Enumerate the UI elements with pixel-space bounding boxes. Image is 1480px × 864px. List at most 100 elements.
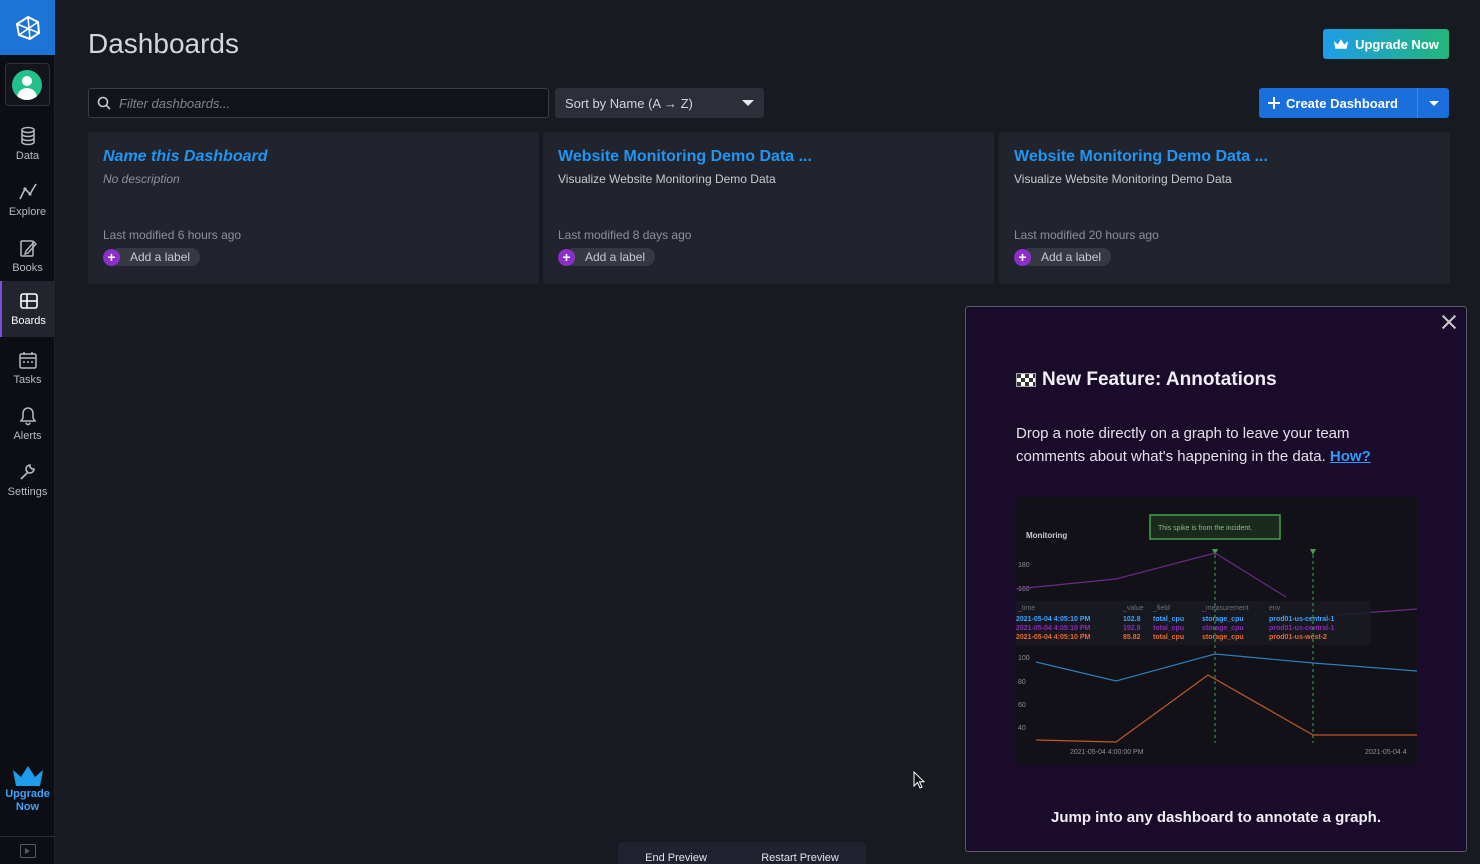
sidebar-item-label: Tasks <box>13 374 42 386</box>
table-header: _time <box>1017 605 1035 612</box>
mouse-cursor-icon <box>913 771 925 789</box>
svg-text:storage_cpu: storage_cpu <box>1202 634 1244 641</box>
dashboard-card: Website Monitoring Demo Data ... Visuali… <box>999 132 1450 284</box>
dashboard-description[interactable]: No description <box>103 172 524 186</box>
plus-icon: + <box>103 248 120 266</box>
dashboard-icon <box>19 293 38 309</box>
sidebar-upgrade-label: Upgrade <box>5 788 50 800</box>
dashboard-modified: Last modified 8 days ago <box>558 228 692 242</box>
table-row: 2021-05-04 4:05:10 PM 192.8 total_cpu st… <box>1016 625 1334 632</box>
table-header: _field <box>1152 605 1170 612</box>
restart-preview-button[interactable]: Restart Preview <box>761 842 839 864</box>
x-tick: 2021-05-04 4:00:00 PM <box>1070 749 1144 756</box>
y-tick: 160 <box>1018 586 1030 593</box>
dashboard-modified: Last modified 20 hours ago <box>1014 228 1159 242</box>
annotation-preview-image: Monitoring This spike is from the incide… <box>1016 497 1417 765</box>
close-icon[interactable] <box>1440 313 1458 331</box>
how-link[interactable]: How? <box>1330 448 1371 465</box>
search-input[interactable] <box>119 95 539 111</box>
search-icon <box>97 96 111 110</box>
preview-graph: Monitoring This spike is from the incide… <box>1016 497 1417 765</box>
popup-body: Drop a note directly on a graph to leave… <box>1016 422 1416 468</box>
preview-controls: End Preview Restart Preview <box>618 842 866 864</box>
sort-label: Sort by Name (A → Z) <box>565 95 693 111</box>
logo[interactable] <box>0 0 55 55</box>
sidebar-item-label: Data <box>15 150 40 162</box>
sidebar-item-settings[interactable]: Settings <box>0 452 55 508</box>
upgrade-label: Upgrade Now <box>1355 36 1439 52</box>
popup-body-text: Drop a note directly on a graph to leave… <box>1016 425 1350 465</box>
sidebar-item-label: Alerts <box>13 430 42 442</box>
table-header: _measurement <box>1201 605 1249 612</box>
svg-text:storage_cpu: storage_cpu <box>1202 616 1244 623</box>
sidebar-item-boards[interactable]: Boards <box>0 281 55 337</box>
y-tick: 60 <box>1018 702 1026 709</box>
dashboard-modified: Last modified 6 hours ago <box>103 228 242 242</box>
sidebar-item-data[interactable]: Data <box>0 116 55 172</box>
svg-text:2021-05-04 4:05:10 PM: 2021-05-04 4:05:10 PM <box>1016 634 1090 641</box>
crown-icon <box>12 766 43 786</box>
y-tick: 40 <box>1018 725 1026 732</box>
avatar <box>12 69 42 100</box>
popup-footer: Jump into any dashboard to annotate a gr… <box>1050 809 1382 826</box>
table-header: env <box>1269 605 1281 612</box>
svg-text:85.82: 85.82 <box>1123 634 1141 641</box>
user-avatar-button[interactable] <box>4 63 50 106</box>
chevron-down-icon <box>742 100 754 106</box>
dashboard-title-link[interactable]: Website Monitoring Demo Data ... <box>1014 148 1435 166</box>
y-tick: 180 <box>1018 562 1030 569</box>
dashboard-description[interactable]: Visualize Website Monitoring Demo Data <box>1014 172 1435 186</box>
svg-text:102.8: 102.8 <box>1123 616 1141 623</box>
sidebar-item-books[interactable]: Books <box>0 228 55 284</box>
y-tick: 80 <box>1018 679 1026 686</box>
create-dashboard-main[interactable]: Create Dashboard <box>1259 88 1417 118</box>
svg-text:prod01-us-central-1: prod01-us-central-1 <box>1269 616 1334 623</box>
collapse-icon <box>19 843 36 858</box>
sidebar-item-alerts[interactable]: Alerts <box>0 396 55 452</box>
table-row: 2021-05-04 4:05:10 PM 102.8 total_cpu st… <box>1016 616 1334 623</box>
svg-text:prod01-us-west-2: prod01-us-west-2 <box>1269 634 1327 641</box>
sidebar-item-label: Explore <box>8 206 47 218</box>
sidebar-item-label: Boards <box>11 315 46 327</box>
create-dashboard-dropdown[interactable] <box>1417 88 1449 118</box>
checkered-flag-icon <box>1016 373 1036 387</box>
svg-text:2021-05-04 4:05:10 PM: 2021-05-04 4:05:10 PM <box>1016 625 1090 632</box>
dashboard-description[interactable]: Visualize Website Monitoring Demo Data <box>558 172 979 186</box>
add-label-button[interactable]: + Add a label <box>103 248 201 266</box>
create-dashboard-button[interactable]: Create Dashboard <box>1259 88 1449 118</box>
svg-text:total_cpu: total_cpu <box>1153 634 1184 641</box>
influx-logo-icon <box>15 15 40 40</box>
end-preview-button[interactable]: End Preview <box>645 842 707 864</box>
sidebar-collapse-button[interactable] <box>0 836 55 864</box>
plus-icon: + <box>558 248 575 266</box>
feature-announcement-popup: New Feature: Annotations Drop a note dir… <box>965 306 1467 852</box>
crown-icon <box>1334 39 1349 49</box>
add-label-button[interactable]: + Add a label <box>1014 248 1112 266</box>
svg-text:storage_cpu: storage_cpu <box>1202 625 1244 632</box>
dashboard-title-link[interactable]: Website Monitoring Demo Data ... <box>558 148 979 166</box>
wrench-icon <box>19 464 35 480</box>
svg-text:total_cpu: total_cpu <box>1153 616 1184 623</box>
database-icon <box>20 126 35 146</box>
add-label-text: Add a label <box>116 248 201 266</box>
sidebar-upgrade-button[interactable]: Upgrade Now <box>0 764 55 814</box>
add-label-button[interactable]: + Add a label <box>558 248 656 266</box>
sort-dropdown[interactable]: Sort by Name (A → Z) <box>555 88 764 118</box>
table-row: 2021-05-04 4:05:10 PM 85.82 total_cpu st… <box>1016 634 1327 641</box>
sidebar-item-tasks[interactable]: Tasks <box>0 340 55 396</box>
table-header: _value <box>1122 605 1144 612</box>
search-box <box>88 88 549 118</box>
plus-icon: + <box>1014 248 1031 266</box>
bell-icon <box>19 407 36 426</box>
sidebar-item-explore[interactable]: Explore <box>0 172 55 228</box>
annotation-text: This spike is from the incident. <box>1158 525 1252 532</box>
upgrade-now-button[interactable]: Upgrade Now <box>1323 29 1449 59</box>
chevron-down-icon <box>1428 100 1439 106</box>
sidebar: Data Explore Books Boards Tasks Alerts S… <box>0 0 55 864</box>
svg-text:192.8: 192.8 <box>1123 625 1141 632</box>
graph-icon <box>18 183 37 200</box>
add-label-text: Add a label <box>1027 248 1112 266</box>
add-label-text: Add a label <box>571 248 656 266</box>
create-dashboard-label: Create Dashboard <box>1286 95 1398 111</box>
dashboard-title-link[interactable]: Name this Dashboard <box>103 148 524 166</box>
